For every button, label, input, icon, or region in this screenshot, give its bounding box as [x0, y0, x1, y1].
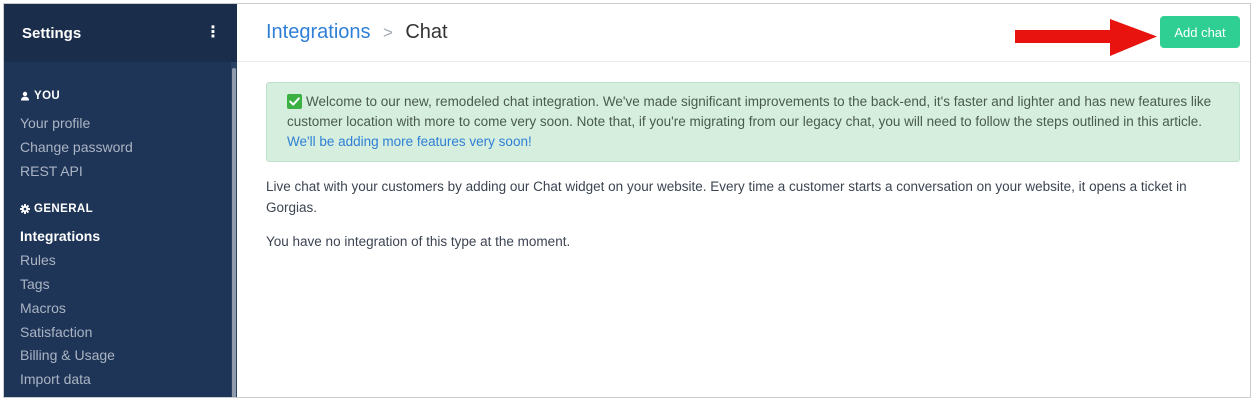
page-body: Welcome to our new, remodeled chat integ… — [237, 62, 1250, 252]
sidebar-item-billing-usage[interactable]: Billing & Usage — [4, 344, 237, 368]
gear-icon — [20, 204, 30, 215]
section-heading-general: GENERAL — [4, 201, 237, 217]
breadcrumb-integrations-link[interactable]: Integrations — [266, 21, 371, 43]
empty-state-message: You have no integration of this type at … — [266, 234, 571, 249]
sidebar-item-tags[interactable]: Tags — [4, 273, 237, 297]
user-icon — [20, 91, 30, 101]
kebab-menu-icon[interactable]: ⋮ — [205, 25, 221, 41]
sidebar-title: Settings — [22, 24, 82, 42]
scrollbar-thumb[interactable] — [232, 68, 236, 397]
sidebar-item-your-profile[interactable]: Your profile — [4, 112, 237, 136]
sidebar-item-rest-api[interactable]: REST API — [4, 160, 237, 184]
section-heading-label: GENERAL — [34, 203, 94, 216]
section-heading-you: YOU — [4, 88, 237, 104]
sidebar-item-import-data[interactable]: Import data — [4, 368, 237, 392]
page-header: Integrations > Chat Add chat — [237, 4, 1250, 62]
breadcrumb-separator: > — [382, 23, 393, 42]
alert-link[interactable]: We'll be adding more features very soon! — [287, 134, 532, 149]
add-chat-button[interactable]: Add chat — [1160, 16, 1240, 48]
sidebar-item-integrations[interactable]: Integrations — [4, 225, 237, 249]
app-window: Settings ⋮ YOU Your profile Change passw… — [3, 3, 1251, 398]
info-alert: Welcome to our new, remodeled chat integ… — [266, 82, 1240, 162]
sidebar-item-rules[interactable]: Rules — [4, 249, 237, 273]
sidebar-item-satisfaction[interactable]: Satisfaction — [4, 321, 237, 345]
sidebar-nav: YOU Your profile Change password REST AP… — [4, 62, 237, 392]
page-title: Chat — [405, 21, 448, 43]
sidebar-header: Settings ⋮ — [4, 4, 237, 62]
sidebar-item-macros[interactable]: Macros — [4, 297, 237, 321]
annotation-arrow — [1015, 19, 1157, 56]
breadcrumb: Integrations > Chat — [266, 21, 448, 44]
section-heading-label: YOU — [34, 90, 61, 102]
alert-text: Welcome to our new, remodeled chat integ… — [287, 94, 1212, 129]
check-mark-icon — [287, 94, 302, 109]
settings-sidebar: Settings ⋮ YOU Your profile Change passw… — [4, 4, 237, 397]
integration-description: Live chat with your customers by adding … — [266, 179, 1187, 215]
main-content: Integrations > Chat Add chat Welcome to … — [237, 4, 1250, 397]
sidebar-item-change-password[interactable]: Change password — [4, 136, 237, 160]
